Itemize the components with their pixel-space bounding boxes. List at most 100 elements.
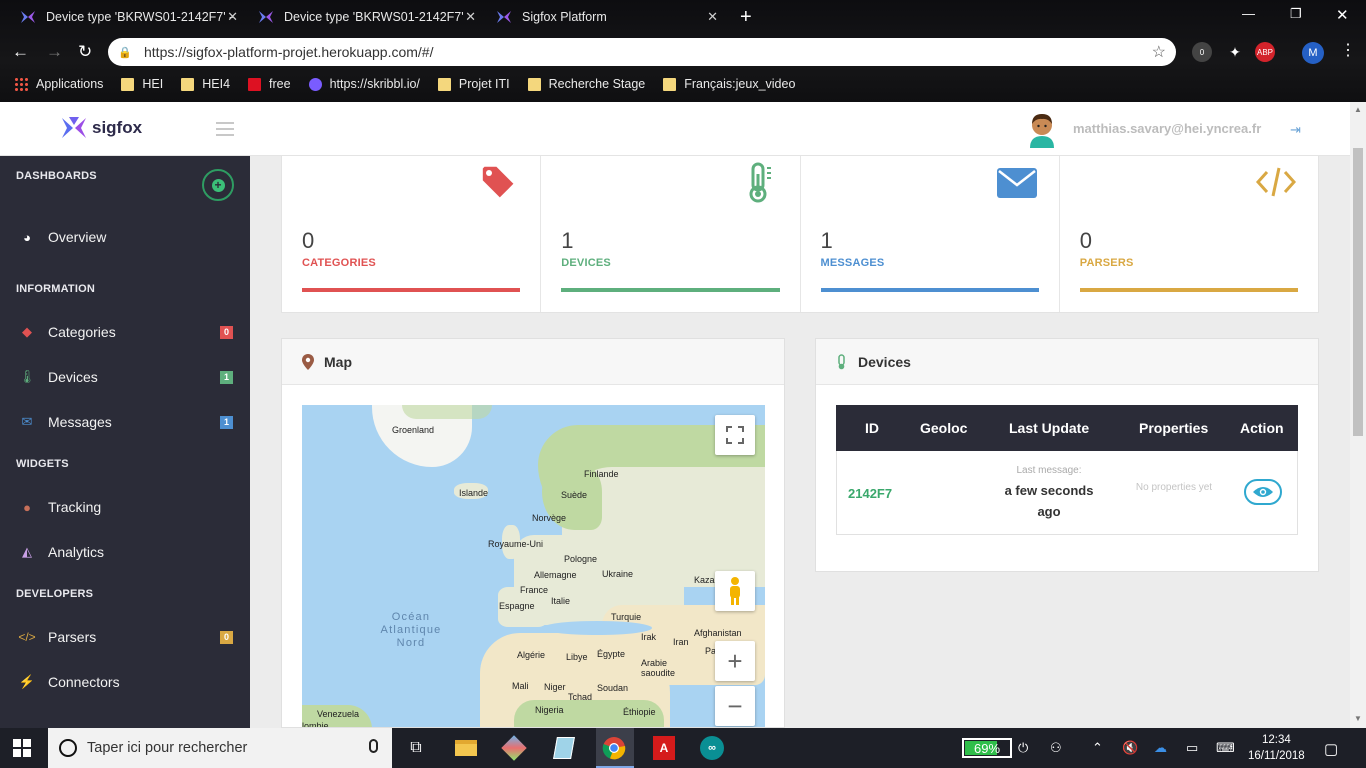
sidebar-item-tracking[interactable]: ● Tracking — [0, 492, 250, 522]
stat-label: CATEGORIES — [302, 257, 376, 269]
chrome-logo-icon — [602, 737, 626, 760]
tab-device-type-2[interactable]: Device type 'BKRWS01-2142F7' ✕ — [258, 0, 476, 34]
notepad-app-icon[interactable] — [550, 734, 578, 762]
hamburger-menu-icon[interactable] — [216, 122, 234, 136]
adblock-icon[interactable]: ABP — [1255, 42, 1275, 62]
sidebar-item-analytics[interactable]: ◭ Analytics — [0, 537, 250, 567]
sidebar-item-label: Connectors — [48, 674, 120, 690]
task-view-icon[interactable]: ⧉ — [402, 734, 430, 762]
stat-card-parsers[interactable]: 0 PARSERS — [1060, 156, 1318, 312]
browser-chrome: Device type 'BKRWS01-2142F7' - ✕ Device … — [0, 0, 1366, 102]
map-label: Tchad — [568, 692, 593, 702]
map-label: Groenland — [392, 425, 435, 435]
bookmark-hei[interactable]: HEI — [121, 77, 163, 91]
map-label: Niger — [544, 682, 566, 692]
stat-underline — [1079, 288, 1298, 292]
column-header-id[interactable]: ID — [865, 420, 879, 436]
user-avatar[interactable] — [1026, 112, 1058, 148]
onedrive-cloud-icon[interactable]: ☁ — [1154, 740, 1167, 756]
sigfox-favicon-icon — [259, 11, 273, 23]
bookmark-recherche-stage[interactable]: Recherche Stage — [527, 77, 645, 91]
tab-close-icon[interactable]: ✕ — [227, 9, 238, 25]
sidebar-item-parsers[interactable]: </> Parsers 0 — [0, 622, 250, 652]
menu-dots-icon[interactable]: ⋮ — [1338, 40, 1358, 60]
bookmark-hei4[interactable]: HEI4 — [181, 77, 230, 91]
address-bar[interactable]: 🔒 https://sigfox-platform-projet.herokua… — [108, 38, 1176, 66]
forward-arrow-icon[interactable]: → — [46, 42, 63, 62]
sidebar-item-connectors[interactable]: ⚡ Connectors — [0, 667, 250, 697]
stat-card-devices[interactable]: 1 DEVICES — [541, 156, 801, 312]
map-label: Allemagne — [534, 570, 577, 580]
zoom-in-button[interactable]: + — [715, 641, 755, 681]
street-view-pegman-button[interactable] — [715, 571, 755, 611]
ocean-label-line: Nord — [396, 637, 426, 649]
map-label: Irak — [641, 632, 657, 642]
tab-close-icon[interactable]: ✕ — [465, 9, 476, 25]
git-app-icon[interactable] — [500, 734, 528, 762]
acrobat-reader-icon[interactable]: A — [650, 734, 678, 762]
fullscreen-button[interactable] — [715, 415, 755, 455]
bookmark-star-icon[interactable]: ☆ — [1152, 42, 1166, 62]
windows-taskbar: Taper ici pour rechercher ⧉ A ∞ 69% ⏻ ⚇ … — [0, 728, 1366, 768]
back-arrow-icon[interactable]: ← — [12, 42, 29, 62]
sigfox-logo[interactable]: sigfox — [60, 114, 142, 142]
logout-icon[interactable]: ⇥ — [1290, 122, 1301, 138]
sidebar-item-devices[interactable]: 🌡 Devices 1 — [0, 362, 250, 392]
new-tab-icon[interactable]: + — [740, 6, 752, 29]
view-device-button[interactable] — [1244, 479, 1282, 505]
page-scrollbar[interactable]: ▲ ▼ — [1350, 102, 1366, 728]
bookmark-label: free — [269, 77, 291, 91]
tab-sigfox-platform[interactable]: Sigfox Platform ✕ — [496, 0, 718, 34]
bookmark-applications[interactable]: Applications — [0, 77, 103, 91]
scroll-down-arrow-icon[interactable]: ▼ — [1354, 714, 1362, 723]
minimize-icon[interactable]: — — [1242, 6, 1255, 21]
lock-icon: 🔒 — [118, 46, 132, 59]
zoom-out-button[interactable]: − — [715, 686, 755, 726]
sidebar-item-messages[interactable]: ✉ Messages 1 — [0, 407, 250, 437]
microphone-icon[interactable] — [369, 739, 378, 753]
dropbox-icon[interactable]: ✦ — [1225, 42, 1245, 62]
volume-muted-icon[interactable]: 🔇 — [1122, 740, 1138, 756]
world-map[interactable]: Groenland Islande Finlande Suède Norvège… — [302, 405, 765, 727]
column-header-geoloc[interactable]: Geoloc — [920, 420, 967, 436]
scrollbar-thumb[interactable] — [1353, 148, 1363, 436]
notification-center-icon[interactable]: ▢ — [1324, 740, 1338, 758]
tab-close-icon[interactable]: ✕ — [707, 9, 718, 25]
power-plug-icon[interactable]: ⏻ — [1018, 740, 1028, 756]
sigfox-favicon-icon — [497, 11, 511, 23]
column-header-last-update[interactable]: Last Update — [1009, 420, 1089, 436]
battery-indicator[interactable]: 69% — [962, 738, 1012, 758]
column-header-properties[interactable]: Properties — [1139, 420, 1208, 436]
add-dashboard-button[interactable]: + — [202, 169, 234, 201]
bookmark-francais-jeux-video[interactable]: Français:jeux_video — [663, 77, 795, 91]
stat-card-messages[interactable]: 1 MESSAGES — [801, 156, 1060, 312]
ocean-label-line: Atlantique — [380, 624, 442, 636]
windows-start-icon[interactable] — [13, 739, 31, 757]
chrome-icon[interactable] — [600, 734, 628, 762]
profile-avatar[interactable]: M — [1302, 42, 1324, 64]
folder-icon — [663, 77, 677, 91]
network-icon[interactable]: ▭ — [1186, 740, 1198, 756]
stat-card-categories[interactable]: 0 CATEGORIES — [282, 156, 542, 312]
address-row: ← → ↻ 🔒 https://sigfox-platform-projet.h… — [0, 34, 1366, 70]
show-hidden-icons-icon[interactable]: ⌃ — [1092, 740, 1103, 756]
taskbar-search-box[interactable]: Taper ici pour rechercher — [48, 728, 392, 768]
arduino-ide-icon[interactable]: ∞ — [698, 734, 726, 762]
column-header-action[interactable]: Action — [1240, 420, 1284, 436]
restore-icon[interactable]: ❐ — [1290, 6, 1302, 22]
scroll-up-arrow-icon[interactable]: ▲ — [1354, 105, 1362, 114]
system-clock[interactable]: 12:34 16/11/2018 — [1248, 732, 1305, 764]
device-id-link[interactable]: 2142F7 — [848, 486, 892, 501]
bookmark-free[interactable]: free — [248, 77, 291, 91]
bookmark-projet-iti[interactable]: Projet ITI — [437, 77, 510, 91]
reload-icon[interactable]: ↻ — [78, 42, 92, 62]
file-explorer-icon[interactable] — [452, 734, 480, 762]
people-icon[interactable]: ⚇ — [1050, 740, 1062, 756]
keyboard-language-icon[interactable]: ⌨ — [1216, 740, 1235, 756]
bookmark-skribbl[interactable]: https://skribbl.io/ — [308, 77, 420, 91]
tab-device-type-1[interactable]: Device type 'BKRWS01-2142F7' - ✕ — [20, 0, 238, 34]
sidebar-item-categories[interactable]: ◆ Categories 0 — [0, 317, 250, 347]
sidebar-item-overview[interactable]: ◕ Overview — [0, 222, 250, 252]
extension-counter-icon[interactable]: 0 — [1192, 42, 1212, 62]
close-window-icon[interactable]: ✕ — [1336, 6, 1349, 24]
